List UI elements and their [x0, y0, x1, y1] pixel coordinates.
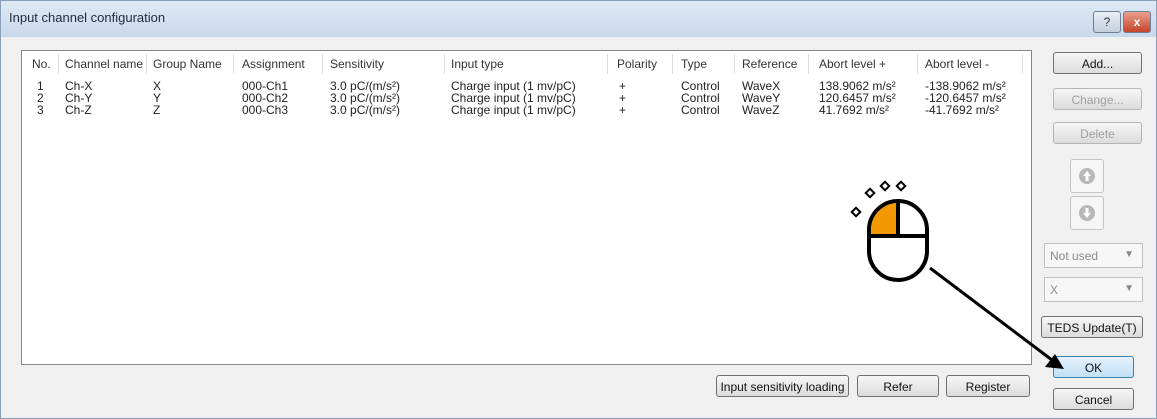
combo-axis[interactable]: X ▼ [1044, 277, 1143, 302]
delete-button[interactable]: Delete [1053, 122, 1142, 144]
header-separator [233, 54, 234, 74]
header-separator [58, 54, 59, 74]
header-group-name[interactable]: Group Name [153, 57, 222, 71]
header-separator [444, 54, 445, 74]
cell-input-type: Charge input (1 mv/pC) [451, 103, 576, 117]
header-separator [146, 54, 147, 74]
close-button[interactable]: x [1123, 11, 1151, 33]
cell-no: 3 [37, 103, 44, 117]
header-separator [672, 54, 673, 74]
cancel-button[interactable]: Cancel [1053, 388, 1134, 410]
cell-reference: WaveZ [742, 103, 780, 117]
header-no[interactable]: No. [32, 57, 51, 71]
header-reference[interactable]: Reference [742, 57, 797, 71]
cell-polarity: + [619, 103, 627, 117]
teds-update-button[interactable]: TEDS Update(T) [1041, 316, 1143, 338]
chevron-down-icon: ▼ [1124, 249, 1134, 260]
refer-button[interactable]: Refer [857, 375, 939, 397]
arrow-up-icon [1079, 168, 1095, 184]
move-down-button[interactable] [1070, 196, 1104, 230]
dialog-window: Input channel configuration ? x No. Chan… [0, 0, 1157, 419]
move-up-button[interactable] [1070, 159, 1104, 193]
add-button[interactable]: Add... [1053, 52, 1142, 74]
header-separator [734, 54, 735, 74]
header-separator [917, 54, 918, 74]
cell-assignment: 000-Ch3 [242, 103, 289, 117]
help-button[interactable]: ? [1093, 11, 1121, 33]
header-assignment[interactable]: Assignment [242, 57, 305, 71]
header-separator [607, 54, 608, 74]
combo-value: Not used [1050, 249, 1099, 263]
arrow-down-icon [1079, 205, 1095, 221]
title-bar: Input channel configuration ? x [1, 1, 1156, 37]
register-button[interactable]: Register [946, 375, 1030, 397]
header-type[interactable]: Type [681, 57, 707, 71]
window-title: Input channel configuration [9, 10, 166, 25]
cell-type: Control [681, 103, 720, 117]
change-button[interactable]: Change... [1053, 88, 1142, 110]
cell-group-name: Z [153, 103, 161, 117]
chevron-down-icon: ▼ [1124, 283, 1134, 294]
cell-abort-minus: -41.7692 m/s² [925, 103, 1000, 117]
combo-not-used[interactable]: Not used ▼ [1044, 243, 1143, 268]
cell-abort-plus: 41.7692 m/s² [819, 103, 890, 117]
header-abort-minus[interactable]: Abort level - [925, 57, 989, 71]
header-channel-name[interactable]: Channel name [65, 57, 143, 71]
cell-sensitivity: 3.0 pC/(m/s²) [330, 103, 401, 117]
channel-list[interactable]: No. Channel name Group Name Assignment S… [21, 50, 1032, 365]
combo-value: X [1050, 283, 1059, 297]
header-separator [1022, 54, 1023, 74]
header-sensitivity[interactable]: Sensitivity [330, 57, 384, 71]
header-abort-plus[interactable]: Abort level + [819, 57, 886, 71]
header-input-type[interactable]: Input type [451, 57, 504, 71]
header-separator [322, 54, 323, 74]
ok-button[interactable]: OK [1053, 356, 1134, 378]
cell-channel-name: Ch-Z [65, 103, 92, 117]
input-sensitivity-loading-button[interactable]: Input sensitivity loading [716, 375, 849, 397]
header-polarity[interactable]: Polarity [617, 57, 657, 71]
header-separator [808, 54, 809, 74]
